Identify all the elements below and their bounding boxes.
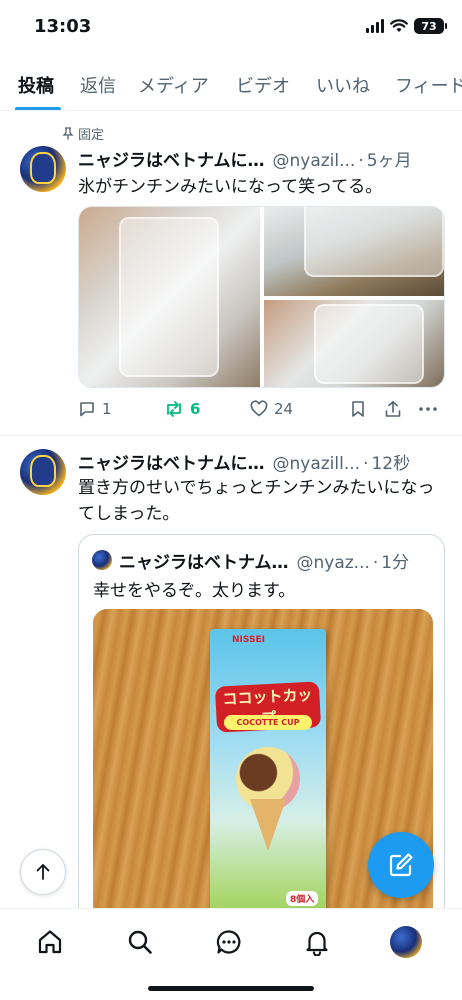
post-header: ニャジラはベトナムに… @nyazill... · 12秒 bbox=[78, 449, 410, 474]
status-time: 13:03 bbox=[34, 16, 92, 37]
post-text: 氷がチンチンみたいになって笑ってる。 bbox=[78, 177, 383, 197]
avatar[interactable] bbox=[20, 146, 66, 192]
user-handle: @nyazill... bbox=[272, 454, 361, 474]
product-count: 8個入 bbox=[286, 891, 319, 906]
media-image-2[interactable] bbox=[264, 207, 444, 296]
home-icon bbox=[38, 930, 62, 954]
user-handle: @nyazil... bbox=[272, 151, 356, 171]
post-header: ニャジラはベトナムに… @nyazil... · 5ヶ月 bbox=[78, 146, 412, 171]
media-grid bbox=[78, 206, 445, 388]
quote-display-name: ニャジラはベトナム… bbox=[119, 553, 289, 573]
quote-time: 1分 bbox=[381, 553, 410, 573]
profile-screen: 13:03 73 投稿 返信 メディア ビデオ いいね フィード 固定 ニャジラ… bbox=[0, 0, 462, 1000]
bookmark-icon bbox=[352, 401, 364, 417]
like-button[interactable]: 24 bbox=[250, 400, 293, 418]
display-name[interactable]: ニャジラはベトナムに… bbox=[78, 146, 265, 171]
scroll-to-top-button[interactable] bbox=[20, 849, 66, 895]
battery-icon: 73 bbox=[414, 18, 447, 34]
quote-text: 幸せをやるぞ。太ります。 bbox=[93, 581, 296, 601]
media-image-3[interactable] bbox=[264, 300, 444, 387]
ice-cream-box: NISSEI ココットカップ COCOTTE CUP 8個入 bbox=[210, 629, 326, 933]
separator-dot: · bbox=[372, 553, 379, 573]
product-subtitle: COCOTTE CUP bbox=[224, 715, 312, 730]
pinned-indicator: 固定 bbox=[62, 124, 104, 143]
heart-icon bbox=[250, 400, 268, 417]
profile-avatar bbox=[390, 926, 422, 958]
compose-icon bbox=[389, 853, 413, 877]
separator-dot: · bbox=[358, 151, 364, 171]
post-time: 12秒 bbox=[371, 454, 411, 474]
profile-tabs: 投稿 返信 メディア ビデオ いいね フィード bbox=[0, 60, 462, 111]
repost-button[interactable]: 6 bbox=[164, 400, 200, 418]
nav-home[interactable] bbox=[33, 925, 67, 959]
tab-media[interactable]: メディア bbox=[138, 72, 209, 98]
ice-cream-cone bbox=[250, 799, 286, 851]
pinned-label: 固定 bbox=[78, 128, 105, 143]
tab-replies[interactable]: 返信 bbox=[80, 72, 116, 98]
nav-messages[interactable] bbox=[212, 925, 246, 959]
media-image-1[interactable] bbox=[79, 207, 260, 387]
pin-icon bbox=[62, 127, 74, 140]
wifi-icon bbox=[390, 19, 408, 32]
reply-count: 1 bbox=[102, 400, 112, 418]
separator-dot: · bbox=[363, 454, 369, 474]
more-icon bbox=[419, 407, 437, 411]
search-icon bbox=[128, 930, 152, 954]
nav-profile[interactable] bbox=[389, 925, 423, 959]
repost-count: 6 bbox=[190, 400, 201, 418]
reply-icon bbox=[80, 402, 94, 417]
home-indicator bbox=[148, 986, 314, 991]
like-count: 24 bbox=[274, 400, 294, 418]
chat-icon bbox=[216, 930, 241, 954]
share-button[interactable] bbox=[384, 400, 402, 418]
tab-posts[interactable]: 投稿 bbox=[18, 72, 54, 98]
tab-feeds[interactable]: フィード bbox=[395, 72, 462, 98]
cellular-signal-icon bbox=[366, 19, 384, 33]
bell-icon bbox=[306, 931, 328, 956]
product-brand: NISSEI bbox=[232, 635, 265, 645]
quote-header: ニャジラはベトナム… @nyaz... · 1分 bbox=[119, 548, 409, 573]
active-tab-indicator bbox=[15, 107, 61, 110]
avatar[interactable] bbox=[20, 449, 66, 495]
nav-search[interactable] bbox=[123, 925, 157, 959]
status-icons: 73 bbox=[366, 18, 447, 34]
share-icon bbox=[385, 401, 401, 417]
tab-videos[interactable]: ビデオ bbox=[236, 72, 290, 98]
arrow-up-icon bbox=[36, 864, 50, 880]
display-name[interactable]: ニャジラはベトナムに… bbox=[78, 449, 265, 474]
post-divider bbox=[0, 435, 462, 436]
more-options-button[interactable] bbox=[418, 400, 438, 418]
post-text: 置き方のせいでちょっとチンチンみたいになってしまった。 bbox=[78, 478, 435, 524]
reply-button[interactable]: 1 bbox=[78, 400, 112, 418]
post-actions: 1 6 24 bbox=[78, 400, 448, 424]
repost-icon bbox=[167, 401, 181, 417]
quote-user-handle: @nyaz... bbox=[296, 553, 370, 573]
nav-notifications[interactable] bbox=[300, 925, 334, 959]
status-bar: 13:03 73 bbox=[0, 0, 462, 56]
quote-avatar bbox=[92, 550, 112, 570]
tab-likes[interactable]: いいね bbox=[316, 72, 370, 98]
bookmark-button[interactable] bbox=[350, 400, 366, 418]
compose-post-button[interactable] bbox=[368, 832, 434, 898]
post-time: 5ヶ月 bbox=[366, 151, 412, 171]
